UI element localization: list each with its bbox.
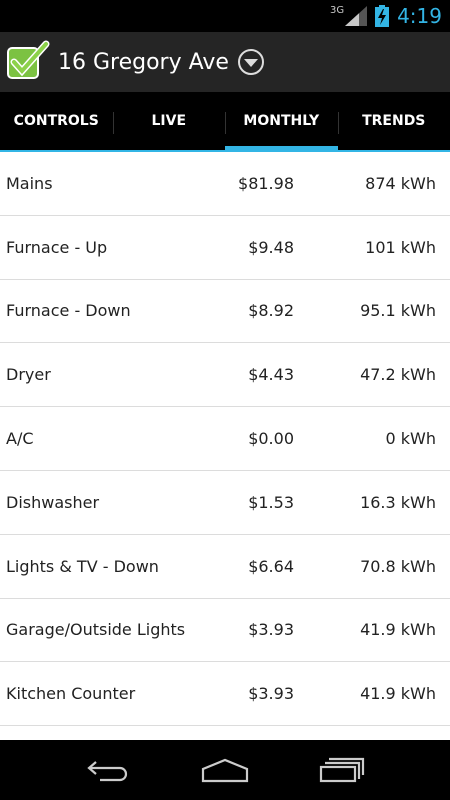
monthly-usage-list[interactable]: Mains $81.98 874 kWh Furnace - Up $9.48 … bbox=[0, 152, 450, 740]
back-icon bbox=[87, 761, 128, 782]
circuit-energy: 16.3 kWh bbox=[360, 492, 436, 512]
navigation-bar bbox=[0, 740, 450, 800]
signal-icon bbox=[345, 6, 368, 26]
circuit-name: Garage/Outside Lights bbox=[6, 620, 186, 640]
list-item[interactable]: Lights & TV - Down $6.64 70.8 kWh bbox=[0, 535, 450, 599]
tab-monthly[interactable]: MONTHLY bbox=[225, 92, 338, 152]
circuit-name: Lights & TV - Down bbox=[6, 556, 159, 576]
circuit-cost: $4.43 bbox=[248, 365, 294, 385]
clock: 4:19 bbox=[397, 4, 442, 28]
list-item[interactable]: Mains $81.98 874 kWh bbox=[0, 152, 450, 216]
circuit-cost: $3.93 bbox=[248, 684, 294, 704]
list-item[interactable]: Furnace - Up $9.48 101 kWh bbox=[0, 216, 450, 280]
recent-apps-icon bbox=[319, 757, 364, 783]
list-item[interactable]: Dishwasher $1.53 16.3 kWh bbox=[0, 471, 450, 535]
action-bar: 16 Gregory Ave bbox=[0, 32, 450, 92]
tab-live[interactable]: LIVE bbox=[112, 92, 226, 150]
circuit-cost: $6.64 bbox=[248, 556, 294, 576]
list-item[interactable]: Dryer $4.43 47.2 kWh bbox=[0, 343, 450, 408]
list-item[interactable]: Garage/Outside Lights $3.93 41.9 kWh bbox=[0, 599, 450, 663]
circuit-energy: 874 kWh bbox=[365, 173, 436, 193]
circuit-energy: 70.8 kWh bbox=[360, 556, 436, 576]
page-title[interactable]: 16 Gregory Ave bbox=[58, 50, 229, 75]
circuit-name: Dryer bbox=[6, 365, 51, 385]
list-item[interactable]: Kitchen Counter $3.93 41.9 kWh bbox=[0, 662, 450, 727]
circuit-energy: 0 kWh bbox=[385, 429, 437, 449]
recent-apps-button[interactable] bbox=[314, 750, 370, 790]
circuit-energy: 101 kWh bbox=[365, 237, 436, 257]
circuit-energy: 47.2 kWh bbox=[360, 365, 436, 385]
circuit-cost: $8.92 bbox=[248, 301, 294, 321]
circuit-name: Mains bbox=[6, 173, 53, 193]
circuit-energy: 41.9 kWh bbox=[360, 620, 436, 640]
circuit-energy: 95.1 kWh bbox=[360, 301, 436, 321]
circuit-cost: $0.00 bbox=[248, 429, 294, 449]
battery-charging-icon bbox=[375, 5, 390, 27]
circuit-cost: $1.53 bbox=[248, 492, 294, 512]
network-type: 3G bbox=[329, 4, 345, 16]
back-button[interactable] bbox=[80, 750, 136, 790]
circuit-energy: 41.9 kWh bbox=[360, 684, 436, 704]
circuit-name: Furnace - Down bbox=[6, 301, 131, 321]
tab-trends[interactable]: TRENDS bbox=[337, 92, 450, 150]
circuit-name: Kitchen Counter bbox=[6, 684, 136, 704]
circuit-name: Furnace - Up bbox=[6, 237, 108, 257]
circuit-cost: $9.48 bbox=[248, 237, 294, 257]
dropdown-icon[interactable] bbox=[237, 48, 265, 76]
tab-controls[interactable]: CONTROLS bbox=[0, 92, 113, 150]
status-bar: 3G 4:19 bbox=[0, 0, 450, 32]
circuit-name: A/C bbox=[6, 429, 34, 449]
list-item[interactable]: Furnace - Down $8.92 95.1 kWh bbox=[0, 280, 450, 344]
home-icon bbox=[201, 758, 249, 783]
checkmark-app-icon[interactable] bbox=[6, 40, 50, 84]
home-button[interactable] bbox=[197, 750, 253, 790]
circuit-cost: $3.93 bbox=[248, 620, 294, 640]
tab-bar: CONTROLS LIVE MONTHLY TRENDS bbox=[0, 92, 450, 152]
circuit-cost: $81.98 bbox=[238, 173, 294, 193]
list-item[interactable]: A/C $0.00 0 kWh bbox=[0, 407, 450, 471]
circuit-name: Dishwasher bbox=[6, 492, 100, 512]
